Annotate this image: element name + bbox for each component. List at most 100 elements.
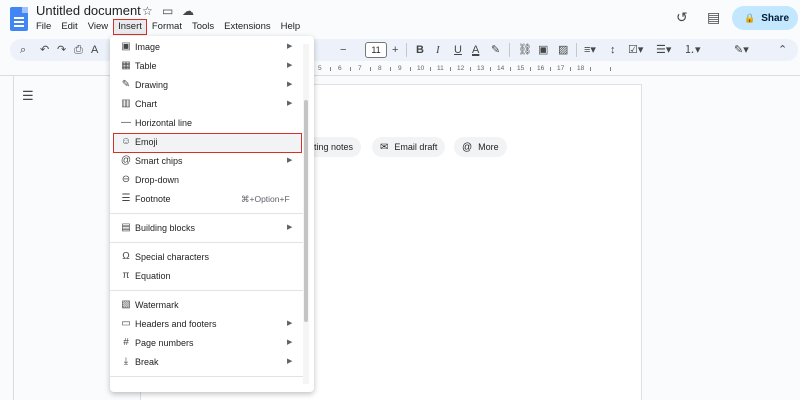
insert-drawing-item[interactable]: ✎ Drawing ▶ — [110, 76, 306, 95]
at-sign-icon: @ — [462, 141, 473, 153]
vertical-ruler[interactable] — [0, 76, 14, 400]
decrease-font-size-icon[interactable]: − — [340, 43, 346, 57]
insert-building-blocks-item[interactable]: ▤ Building blocks ▶ — [110, 219, 306, 238]
menu-divider — [110, 290, 306, 291]
share-button[interactable]: 🔒 Share — [732, 6, 798, 30]
ruler-number: 14 — [497, 65, 505, 72]
submenu-arrow-icon: ▶ — [287, 43, 293, 50]
editing-mode-icon[interactable]: ✎▾ — [734, 43, 749, 57]
undo-icon[interactable]: ↶ — [40, 43, 49, 57]
star-icon[interactable]: ☆ — [142, 4, 153, 18]
ruler-number: 16 — [537, 65, 545, 72]
menu-divider — [110, 242, 306, 243]
highlight-color-icon[interactable]: ✎ — [491, 43, 500, 57]
menu-item-label: Horizontal line — [135, 118, 193, 128]
search-menus-icon[interactable]: ⌕ — [20, 43, 26, 57]
menu-insert[interactable]: Insert — [113, 19, 147, 35]
submenu-arrow-icon: ▶ — [287, 81, 293, 88]
dropdown-icon: ⊖ — [121, 174, 131, 185]
horizontal-line-icon: — — [121, 117, 131, 128]
menu-item-label: Page numbers — [135, 338, 194, 348]
menu-item-label: Headers and footers — [135, 319, 217, 329]
spellcheck-icon[interactable]: A — [91, 43, 98, 57]
print-icon[interactable]: ⎙ — [74, 43, 83, 57]
ruler-number: 5 — [318, 65, 322, 72]
ruler-number: 8 — [378, 65, 382, 72]
add-comment-icon[interactable]: ▣ — [538, 43, 548, 57]
menu-item-label: Special characters — [135, 252, 210, 262]
ruler-tick — [570, 67, 571, 71]
document-title[interactable]: Untitled document — [36, 3, 141, 18]
font-size-input[interactable]: 11 — [365, 42, 387, 58]
increase-font-size-icon[interactable]: + — [392, 43, 398, 57]
insert-chart-item[interactable]: ▥ Chart ▶ — [110, 95, 306, 114]
ruler-number: 6 — [338, 65, 342, 72]
ruler-tick — [550, 67, 551, 71]
redo-icon[interactable]: ↷ — [57, 43, 66, 57]
move-folder-icon[interactable]: ▭ — [162, 4, 173, 18]
insert-headers-footers-item[interactable]: ▭ Headers and footers ▶ — [110, 315, 306, 334]
ruler-number: 15 — [517, 65, 525, 72]
ruler-tick — [590, 67, 591, 71]
insert-equation-item[interactable]: π Equation — [110, 267, 306, 286]
docs-logo-icon[interactable] — [10, 7, 28, 31]
ruler-tick — [330, 67, 331, 71]
insert-break-item[interactable]: ⤓ Break ▶ — [110, 353, 306, 372]
insert-menu-dropdown: ▣ Image ▶ ▦ Table ▶ ✎ Drawing ▶ ▥ Chart … — [110, 36, 314, 392]
menu-file[interactable]: File — [32, 20, 55, 34]
menu-item-label: Drawing — [135, 80, 169, 90]
footnote-icon: ☰ — [121, 193, 131, 204]
insert-page-numbers-item[interactable]: # Page numbers ▶ — [110, 334, 306, 353]
menu-item-label: Table — [135, 61, 157, 71]
toolbar-divider — [509, 43, 510, 57]
bulleted-list-icon[interactable]: ☰▾ — [656, 43, 671, 57]
menu-tools[interactable]: Tools — [188, 20, 218, 34]
insert-emoji-item[interactable]: ☺ Emoji — [113, 133, 302, 153]
more-chip[interactable]: @ More — [454, 137, 507, 157]
menu-item-label: Watermark — [135, 300, 179, 310]
menu-edit[interactable]: Edit — [57, 20, 81, 34]
underline-icon[interactable]: U — [454, 43, 462, 57]
menu-item-label: Chart — [135, 99, 158, 109]
menu-help[interactable]: Help — [277, 20, 305, 34]
insert-link-icon[interactable]: ⛓ — [518, 43, 532, 57]
toolbar-divider — [576, 43, 577, 57]
email-draft-chip[interactable]: ✉ Email draft — [372, 137, 446, 157]
menu-scrollbar-thumb[interactable] — [304, 100, 308, 322]
bold-icon[interactable]: B — [416, 43, 424, 57]
menu-format[interactable]: Format — [148, 20, 186, 34]
align-icon[interactable]: ≡▾ — [584, 43, 596, 57]
ruler-number: 17 — [557, 65, 565, 72]
submenu-arrow-icon: ▶ — [287, 224, 293, 231]
ruler-number: 11 — [437, 65, 444, 72]
insert-horizontal-line-item[interactable]: — Horizontal line — [110, 114, 306, 133]
insert-table-item[interactable]: ▦ Table ▶ — [110, 57, 306, 76]
numbered-list-icon[interactable]: ⒈▾ — [684, 43, 701, 57]
line-spacing-icon[interactable]: ↕ — [610, 43, 616, 57]
menu-view[interactable]: View — [84, 20, 112, 34]
insert-smart-chips-item[interactable]: @ Smart chips ▶ — [110, 152, 306, 171]
ruler-tick — [490, 67, 491, 71]
menu-extensions[interactable]: Extensions — [220, 20, 274, 34]
document-outline-icon[interactable]: ☰ — [22, 88, 34, 104]
email-icon: ✉ — [380, 141, 389, 153]
checklist-icon[interactable]: ☑▾ — [628, 43, 643, 57]
menu-item-label: Break — [135, 357, 159, 367]
insert-dropdown-item[interactable]: ⊖ Drop-down — [110, 171, 306, 190]
ruler-tick — [510, 67, 511, 71]
ruler-number: 18 — [577, 65, 585, 72]
headers-footers-icon: ▭ — [121, 318, 131, 329]
text-color-icon[interactable]: A — [472, 43, 479, 57]
version-history-icon[interactable]: ↺ — [676, 9, 688, 26]
hide-menus-icon[interactable]: ⌃ — [778, 43, 787, 57]
insert-image-icon[interactable]: ▨ — [558, 43, 568, 57]
submenu-arrow-icon: ▶ — [287, 62, 293, 69]
comments-icon[interactable]: ▤ — [707, 9, 720, 26]
insert-watermark-item[interactable]: ▧ Watermark — [110, 296, 306, 315]
ruler-tick — [410, 67, 411, 71]
insert-special-characters-item[interactable]: Ω Special characters — [110, 248, 306, 267]
insert-footnote-item[interactable]: ☰ Footnote ⌘+Option+F — [110, 190, 306, 209]
insert-image-item[interactable]: ▣ Image ▶ — [110, 38, 306, 57]
ruler-tick — [530, 67, 531, 71]
italic-icon[interactable]: I — [436, 43, 440, 57]
